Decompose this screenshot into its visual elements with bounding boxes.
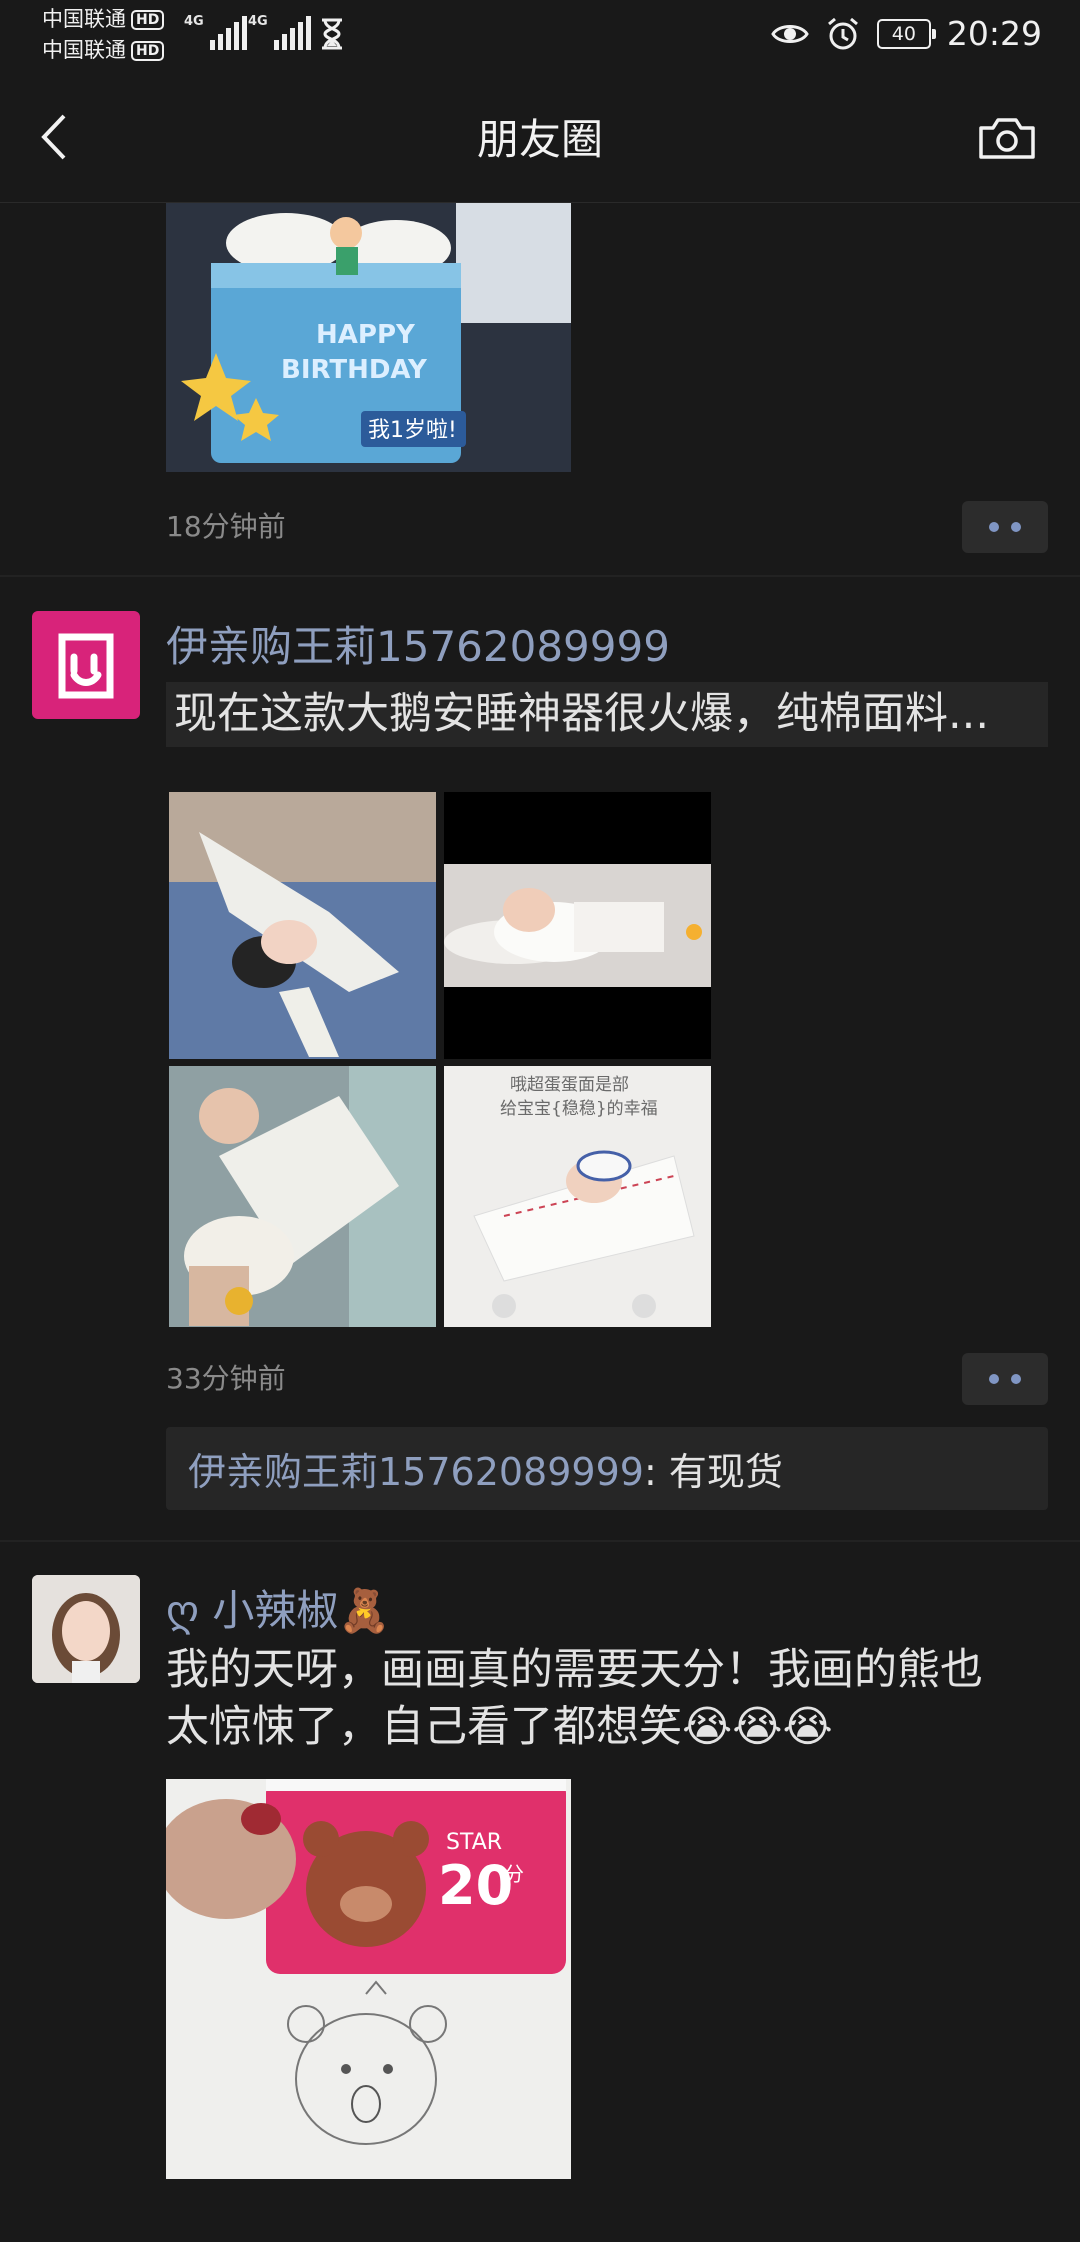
post: 伊亲购王莉15762089999 现在这款大鹅安睡神器很火爆，纯棉面料... 哦…	[0, 577, 1080, 1542]
nav-bar: 朋友圈	[0, 70, 1080, 203]
post: HAPPY BIRTHDAY 我1岁啦! 18分钟前	[0, 203, 1080, 577]
cake-text-happy: HAPPY	[316, 320, 416, 350]
post-text[interactable]: 我的天呀，画画真的需要天分！我画的熊也太惊悚了，自己看了都想笑😭😭😭	[166, 1642, 1006, 1756]
camera-icon[interactable]	[978, 116, 1036, 160]
comment[interactable]: 伊亲购王莉15762089999: 有现货	[166, 1427, 1048, 1510]
post-time: 33分钟前	[166, 1362, 286, 1395]
brand-logo-icon	[58, 633, 114, 699]
signal-icon: 4G	[248, 14, 311, 50]
avatar-photo	[32, 1575, 140, 1683]
hourglass-icon	[322, 18, 342, 50]
moments-feed: HAPPY BIRTHDAY 我1岁啦! 18分钟前 伊亲购王莉15762089…	[0, 203, 1080, 2242]
avatar[interactable]	[32, 611, 140, 719]
post-image[interactable]: STAR 20 分	[166, 1779, 571, 2179]
comment-text: 有现货	[668, 1450, 783, 1494]
alarm-icon	[827, 17, 858, 49]
signal-icon: 4G	[184, 14, 247, 50]
cake-photo: HAPPY BIRTHDAY 我1岁啦!	[166, 203, 571, 472]
baby-photo	[444, 792, 711, 1059]
post-text[interactable]: 现在这款大鹅安睡神器很火爆，纯棉面料...	[166, 682, 1048, 747]
post-image[interactable]: HAPPY BIRTHDAY 我1岁啦!	[166, 203, 571, 472]
bear-drawing-photo: STAR 20 分	[166, 1779, 571, 2179]
more-button[interactable]	[962, 501, 1048, 553]
post: ღ 小辣椒🧸 我的天呀，画画真的需要天分！我画的熊也太惊悚了，自己看了都想笑😭😭…	[0, 1542, 1080, 2242]
battery-icon: 40	[876, 18, 936, 49]
more-button[interactable]	[962, 1353, 1048, 1405]
post-image[interactable]	[169, 1066, 436, 1327]
hd-badge: HD	[131, 9, 165, 30]
post-author[interactable]: 伊亲购王莉15762089999	[166, 613, 1048, 674]
cake-sign: 我1岁啦!	[368, 418, 457, 443]
status-bar: 中国联通 HD 中国联通 HD 4G 4G 40 20:29	[0, 0, 1080, 70]
post-image[interactable]	[169, 792, 436, 1059]
post-author[interactable]: ღ 小辣椒🧸	[166, 1577, 1048, 1638]
carrier-1: 中国联通	[42, 7, 126, 31]
ad-text-2: 给宝宝{稳稳}的幸福	[500, 1099, 658, 1119]
post-image[interactable]	[444, 792, 711, 1059]
clock: 20:29	[946, 14, 1042, 53]
cake-text-birthday: BIRTHDAY	[281, 355, 428, 385]
carrier-2: 中国联通	[42, 38, 126, 62]
post-time: 18分钟前	[166, 510, 286, 543]
page-title: 朋友圈	[476, 115, 603, 164]
comment-author[interactable]: 伊亲购王莉15762089999	[188, 1450, 644, 1494]
ad-text-1: 哦超蛋蛋面是部	[510, 1075, 629, 1095]
card-number: 20	[438, 1854, 513, 1917]
eye-icon	[771, 24, 809, 43]
card-star: STAR	[446, 1830, 502, 1855]
post-image[interactable]: 哦超蛋蛋面是部 给宝宝{稳稳}的幸福	[444, 1066, 711, 1327]
avatar[interactable]	[32, 1575, 140, 1683]
card-unit: 分	[504, 1862, 524, 1886]
baby-photo	[169, 1066, 436, 1327]
baby-photo	[169, 792, 436, 1059]
hd-badge: HD	[131, 40, 165, 61]
product-ad-image: 哦超蛋蛋面是部 给宝宝{稳稳}的幸福	[444, 1066, 711, 1327]
